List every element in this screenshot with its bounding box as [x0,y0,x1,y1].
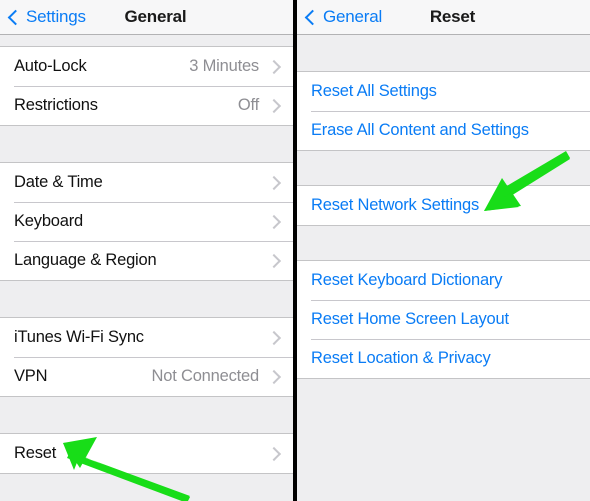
reset-group-1: Reset All Settings Erase All Content and… [297,71,590,151]
row-reset-all-settings[interactable]: Reset All Settings [297,72,590,111]
row-reset-home-screen-layout[interactable]: Reset Home Screen Layout [297,300,590,339]
general-group-4: Reset [0,433,293,474]
row-label: Date & Time [14,173,103,191]
row-label: Erase All Content and Settings [311,121,529,139]
section-gap [0,126,293,162]
row-reset-network-settings[interactable]: Reset Network Settings [297,186,590,225]
row-date-and-time[interactable]: Date & Time [0,163,293,202]
chevron-right-icon [266,446,282,461]
chevron-right-icon [266,369,282,384]
reset-group-2: Reset Network Settings [297,185,590,226]
row-reset-keyboard-dictionary[interactable]: Reset Keyboard Dictionary [297,261,590,300]
row-vpn[interactable]: VPN Not Connected [0,357,293,396]
chevron-right-icon [266,253,282,268]
row-erase-all-content-and-settings[interactable]: Erase All Content and Settings [297,111,590,150]
page-title: General [124,7,187,26]
reset-navbar: General Reset [297,0,590,35]
reset-settings-panel: General Reset Reset All Settings Erase A… [297,0,590,501]
section-gap [297,151,590,185]
reset-list: Reset All Settings Erase All Content and… [297,35,590,500]
row-value: Off [237,96,259,114]
row-label: Reset Location & Privacy [311,349,491,367]
row-label: Reset All Settings [311,82,437,100]
section-gap [297,35,590,71]
row-label: Auto-Lock [14,57,87,75]
chevron-right-icon [266,214,282,229]
row-label: VPN [14,367,48,385]
chevron-right-icon [266,98,282,113]
row-label: Language & Region [14,251,157,269]
screenshot-root: Settings General Auto-Lock 3 Minutes Res… [0,0,590,501]
row-reset-location-and-privacy[interactable]: Reset Location & Privacy [297,339,590,378]
row-label: Keyboard [14,212,84,230]
row-auto-lock[interactable]: Auto-Lock 3 Minutes [0,47,293,86]
section-gap [0,397,293,433]
page-title: Reset [429,7,476,26]
chevron-right-icon [266,175,282,190]
row-restrictions[interactable]: Restrictions Off [0,86,293,125]
row-label: Reset Home Screen Layout [311,310,509,328]
row-itunes-wifi-sync[interactable]: iTunes Wi-Fi Sync [0,318,293,357]
row-value: Not Connected [151,367,260,385]
row-label: Reset [14,444,57,462]
row-value: 3 Minutes [189,57,259,75]
general-group-3: iTunes Wi-Fi Sync VPN Not Connected [0,317,293,397]
row-language-and-region[interactable]: Language & Region [0,241,293,280]
general-list: Auto-Lock 3 Minutes Restrictions Off Dat… [0,35,293,500]
chevron-right-icon [266,330,282,345]
general-navbar: Settings General [0,0,293,35]
row-label: Reset Network Settings [311,196,480,214]
chevron-right-icon [266,59,282,74]
row-label: Reset Keyboard Dictionary [311,271,503,289]
row-label: iTunes Wi-Fi Sync [14,328,144,346]
section-gap [0,281,293,317]
row-reset[interactable]: Reset [0,434,293,473]
general-settings-panel: Settings General Auto-Lock 3 Minutes Res… [0,0,293,501]
row-label: Restrictions [14,96,98,114]
general-group-1: Auto-Lock 3 Minutes Restrictions Off [0,46,293,126]
section-gap [297,226,590,260]
reset-group-3: Reset Keyboard Dictionary Reset Home Scr… [297,260,590,379]
section-gap [0,35,293,46]
general-group-2: Date & Time Keyboard Language & Region [0,162,293,281]
row-keyboard[interactable]: Keyboard [0,202,293,241]
